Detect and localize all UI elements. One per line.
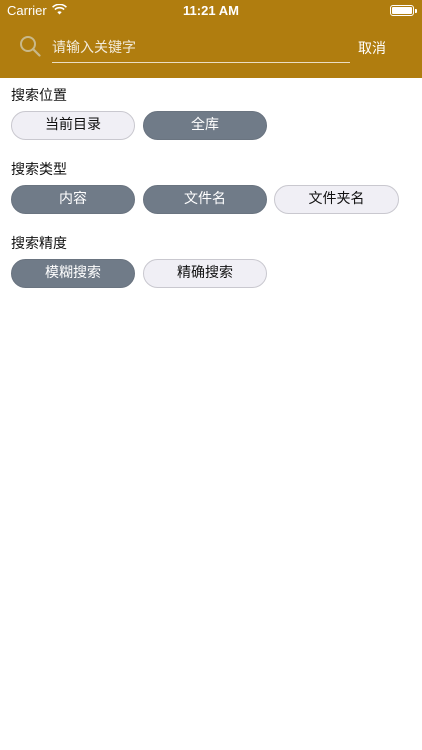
navigation-bar: Carrier 11:21 AM 取消 <box>0 0 422 78</box>
status-time: 11:21 AM <box>183 3 239 18</box>
section-title-search-type: 搜索类型 <box>11 162 67 178</box>
search-icon <box>19 35 41 61</box>
option-exact-search[interactable]: 精确搜索 <box>143 259 267 288</box>
option-content[interactable]: 内容 <box>11 185 135 214</box>
section-title-search-location: 搜索位置 <box>11 88 67 104</box>
option-fuzzy-search[interactable]: 模糊搜索 <box>11 259 135 288</box>
battery-icon <box>390 5 417 16</box>
option-folder-name[interactable]: 文件夹名 <box>274 185 399 214</box>
section-title-search-precision: 搜索精度 <box>11 236 67 252</box>
search-input[interactable] <box>52 34 350 63</box>
cancel-button[interactable]: 取消 <box>358 38 386 58</box>
status-bar: Carrier 11:21 AM <box>0 0 422 22</box>
option-whole-library[interactable]: 全库 <box>143 111 267 140</box>
option-file-name[interactable]: 文件名 <box>143 185 267 214</box>
search-bar: 取消 <box>0 22 422 78</box>
option-current-directory[interactable]: 当前目录 <box>11 111 135 140</box>
